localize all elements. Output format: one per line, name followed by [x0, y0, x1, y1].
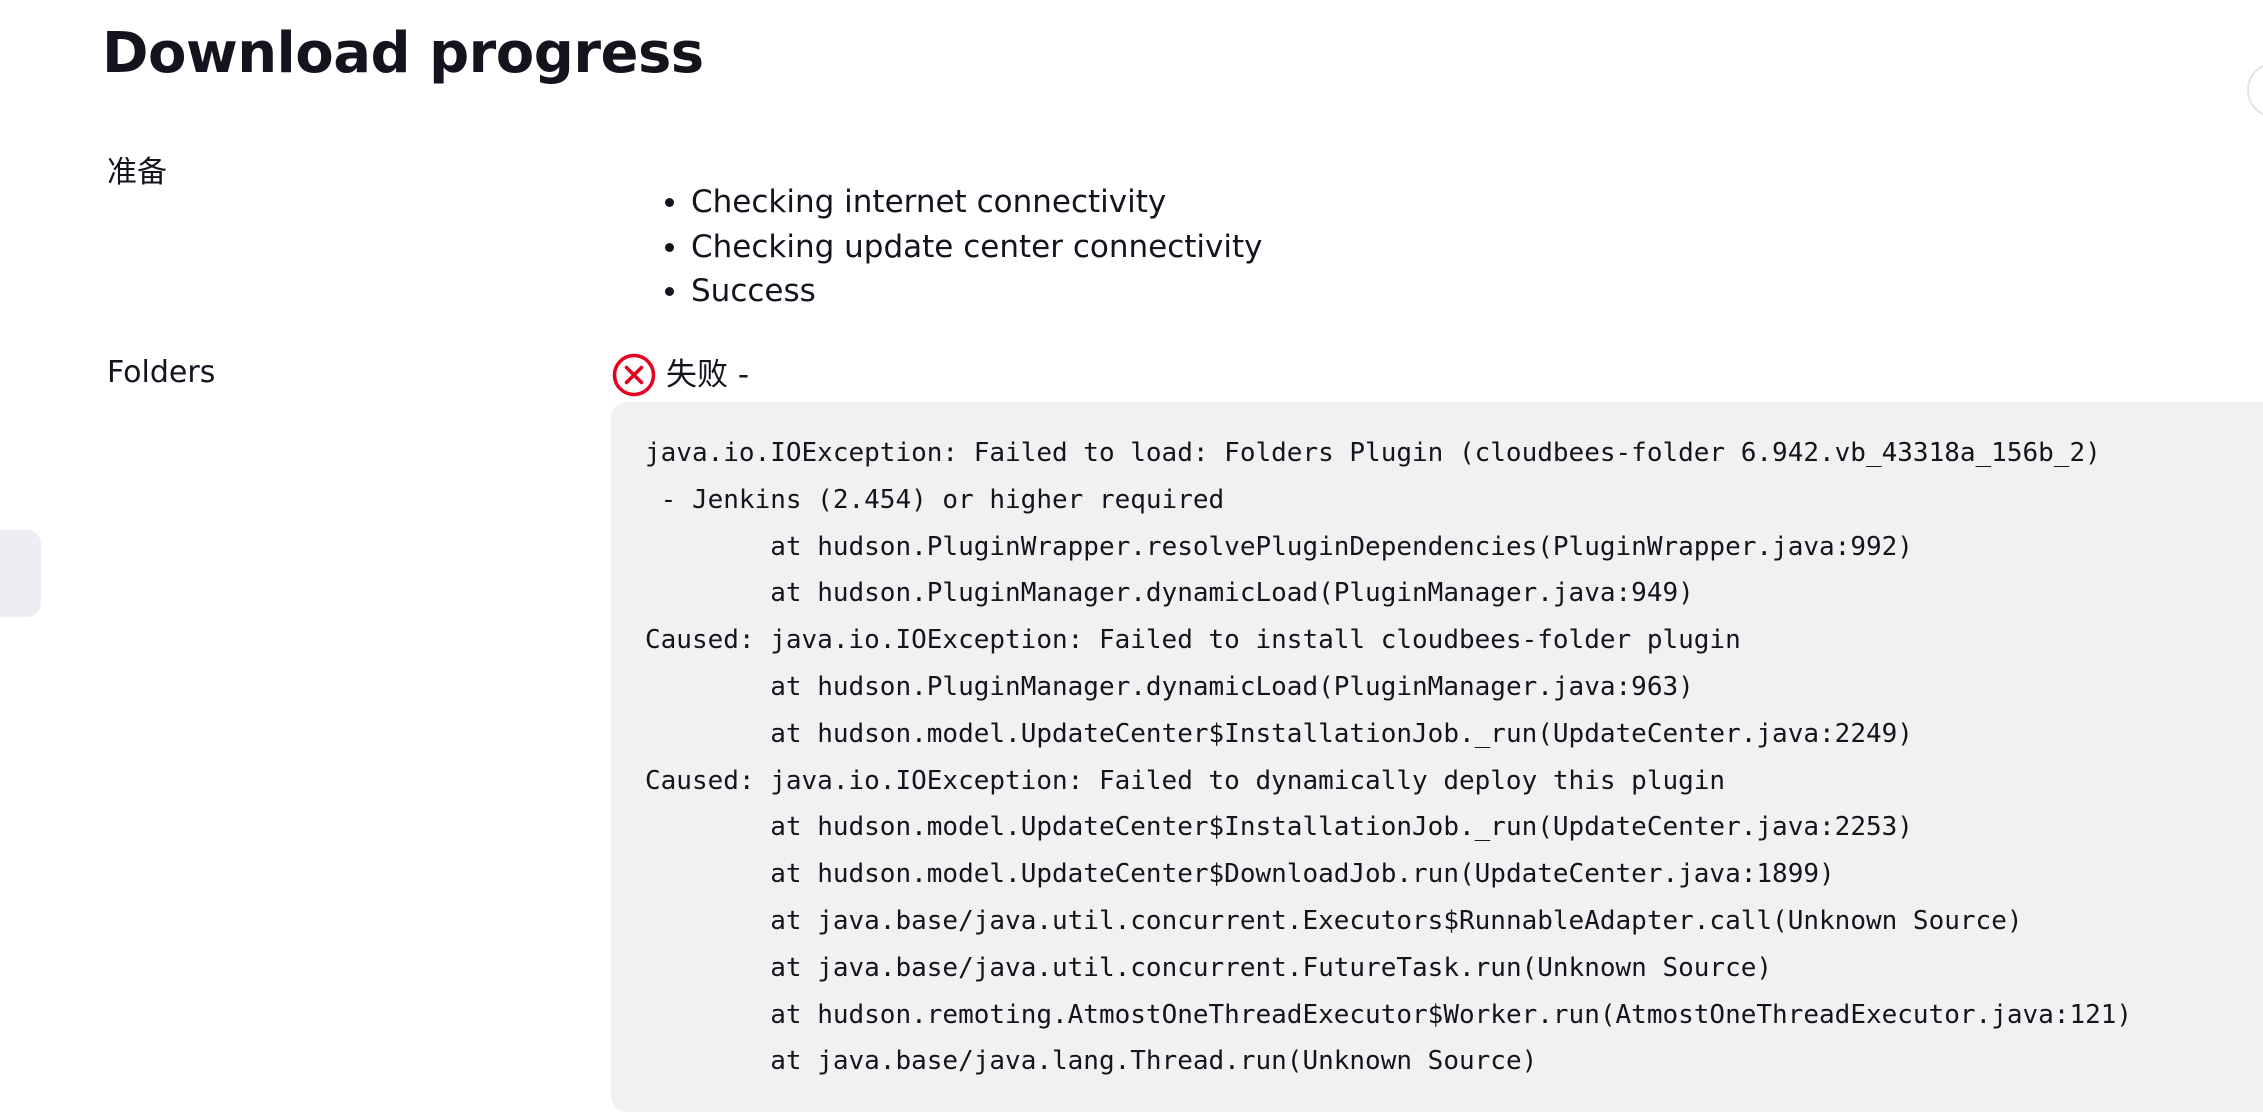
error-circle-x-icon [612, 353, 656, 397]
page-title: Download progress [102, 21, 704, 86]
bullet-icon [665, 287, 674, 296]
step-text: Success [691, 273, 816, 309]
bullet-icon [665, 198, 674, 207]
scroll-top-button[interactable] [2247, 62, 2263, 118]
status-text: 失败 - [666, 357, 750, 393]
side-panel-handle[interactable] [0, 530, 41, 617]
error-stacktrace: java.io.IOException: Failed to load: Fol… [611, 402, 2263, 1112]
step-text: Checking internet connectivity [691, 184, 1167, 220]
folders-status: 失败 - [612, 351, 749, 399]
preparation-label: 准备 [107, 155, 167, 190]
folders-label: Folders [107, 355, 216, 390]
step-item: Checking update center connectivity [665, 225, 1262, 270]
step-item: Success [665, 269, 1262, 314]
step-text: Checking update center connectivity [691, 228, 1263, 265]
bullet-icon [665, 242, 674, 252]
preparation-steps-list: Checking internet connectivity Checking … [665, 180, 1262, 314]
step-item: Checking internet connectivity [665, 180, 1262, 225]
